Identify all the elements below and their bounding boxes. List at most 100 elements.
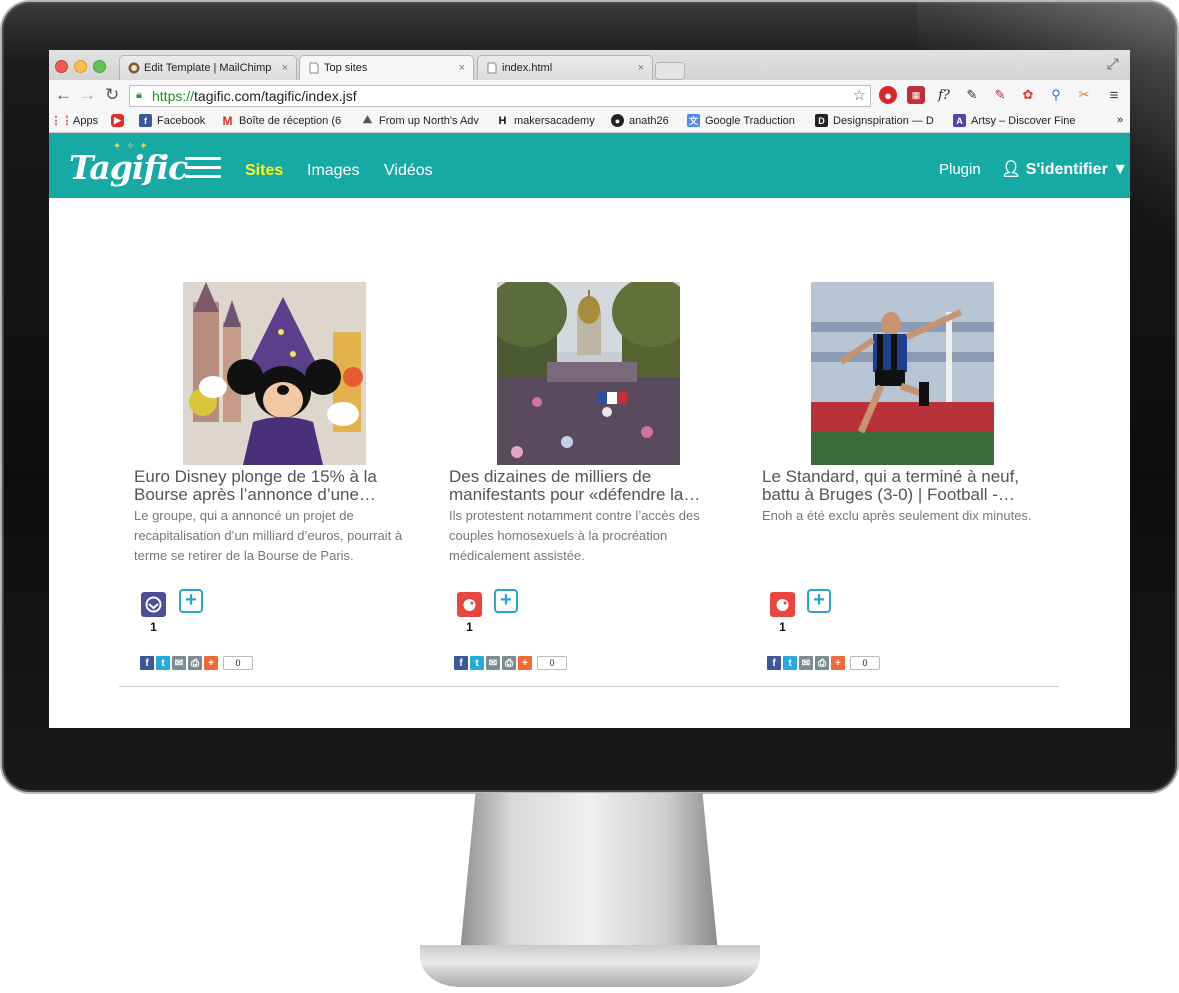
article-title[interactable]: Le Standard, qui a terminé à neuf, battu… — [762, 468, 1037, 504]
add-tag-button[interactable]: + — [807, 589, 831, 613]
bookmark-label: makersacademy — [514, 114, 595, 127]
back-icon[interactable]: ← — [55, 85, 72, 105]
new-tab-button[interactable] — [655, 62, 685, 80]
user-icon: 👤︎ — [1001, 161, 1022, 178]
bookmark-apps[interactable]: ⋮⋮ Apps — [50, 114, 99, 128]
url-scheme: https:// — [152, 88, 195, 104]
tab-close-icon[interactable]: × — [282, 62, 288, 74]
nav-videos[interactable]: Vidéos — [384, 162, 433, 180]
login-label: S'identifier ▼ — [1025, 161, 1129, 178]
gmail-icon: M — [222, 113, 233, 128]
bookmark-label: Artsy – Discover Fine — [971, 114, 1076, 127]
more-share-icon[interactable]: + — [204, 656, 218, 670]
bookmark-artsy[interactable]: A Artsy – Discover Fine — [953, 114, 1076, 127]
url-text: https://tagific.com/tagific/index.jsf — [152, 88, 357, 104]
share-bar: f t ✉ ⎙ + 0 — [454, 656, 567, 670]
article-description: Ils protestent notamment contre l’accès … — [449, 508, 700, 563]
article-thumbnail-disney[interactable] — [183, 282, 366, 465]
article-thumbnail-football[interactable] — [811, 282, 994, 465]
twitter-share-icon[interactable]: t — [156, 656, 170, 670]
facebook-share-icon[interactable]: f — [767, 656, 781, 670]
maximize-window-button[interactable] — [93, 60, 106, 73]
close-window-button[interactable] — [55, 60, 68, 73]
email-share-icon[interactable]: ✉ — [172, 656, 186, 670]
color-picker-icon[interactable]: ✎ — [991, 86, 1009, 104]
bookmark-anath26[interactable]: ● anath26 — [611, 114, 669, 127]
tab-top-sites[interactable]: Top sites × — [299, 55, 474, 80]
font-icon[interactable]: f? — [935, 86, 953, 104]
site-logo[interactable]: Tagific — [69, 148, 188, 187]
source-icon[interactable] — [770, 592, 795, 617]
overflow-label: » — [1117, 114, 1124, 126]
print-share-icon[interactable]: ⎙ — [502, 656, 516, 670]
tab-close-icon[interactable]: × — [459, 62, 465, 74]
bookmark-designspiration[interactable]: D Designspiration — D — [815, 114, 934, 127]
tab-close-icon[interactable]: × — [638, 62, 644, 74]
selector-icon[interactable]: ⚲ — [1047, 86, 1065, 104]
forward-icon[interactable]: → — [79, 85, 96, 105]
twitter-share-icon[interactable]: t — [783, 656, 797, 670]
print-share-icon[interactable]: ⎙ — [815, 656, 829, 670]
bookmark-label: Facebook — [157, 114, 206, 127]
twitter-share-icon[interactable]: t — [470, 656, 484, 670]
color-wheel-icon[interactable]: ✿ — [1019, 86, 1037, 104]
makers-icon: H — [498, 114, 507, 127]
bookmark-facebook[interactable]: f Facebook — [139, 114, 205, 127]
email-share-icon[interactable]: ✉ — [486, 656, 500, 670]
tag-count: 1 — [466, 620, 473, 634]
bookmark-label: Boîte de réception (6 — [239, 114, 342, 127]
article-title[interactable]: Des dizaines de milliers de manifestants… — [449, 468, 724, 504]
nav-sites[interactable]: Sites — [245, 162, 283, 180]
page-icon — [487, 62, 497, 74]
bookmark-youtube[interactable]: ▶ — [111, 114, 129, 127]
tab-index-html[interactable]: index.html × — [477, 55, 653, 80]
article-description: Le groupe, qui a annoncé un projet de re… — [134, 508, 403, 563]
more-share-icon[interactable]: + — [518, 656, 532, 670]
extension-red-icon[interactable]: ▦ — [907, 86, 925, 104]
tag-count: 1 — [779, 620, 786, 634]
print-share-icon[interactable]: ⎙ — [188, 656, 202, 670]
add-tag-button[interactable]: + — [179, 589, 203, 613]
page-icon — [309, 62, 319, 74]
share-count: 0 — [537, 656, 567, 670]
nav-images[interactable]: Images — [307, 162, 359, 180]
source-icon[interactable] — [457, 592, 482, 617]
more-share-icon[interactable]: + — [831, 656, 845, 670]
menu-icon[interactable]: ≡ — [1105, 86, 1123, 104]
email-share-icon[interactable]: ✉ — [799, 656, 813, 670]
fullscreen-icon[interactable] — [1107, 58, 1119, 70]
bookmark-google-traduction[interactable]: 文 Google Traduction — [687, 114, 795, 127]
mailchimp-icon — [128, 62, 140, 74]
facebook-share-icon[interactable]: f — [140, 656, 154, 670]
url-path: tagific.com/tagific/index.jsf — [194, 88, 357, 104]
article-thumbnail-protest[interactable] — [497, 282, 680, 465]
facebook-icon: f — [139, 114, 152, 127]
tab-label: Top sites — [324, 62, 368, 74]
eyedropper-icon[interactable]: ✎ — [963, 86, 981, 104]
designspiration-icon: D — [815, 114, 828, 127]
minimize-window-button[interactable] — [74, 60, 87, 73]
share-count: 0 — [850, 656, 880, 670]
adblock-icon[interactable]: ● — [879, 86, 897, 104]
article-title[interactable]: Euro Disney plonge de 15% à la Bourse ap… — [134, 468, 409, 504]
content-divider — [119, 686, 1059, 687]
scissors-icon[interactable]: ✂ — [1075, 86, 1093, 104]
bookmark-makersacademy[interactable]: Hmakersacademy — [496, 114, 595, 127]
facebook-share-icon[interactable]: f — [454, 656, 468, 670]
share-bar: f t ✉ ⎙ + 0 — [767, 656, 880, 670]
bookmark-gmail[interactable]: M Boîte de réception (6 — [221, 113, 342, 128]
reload-icon[interactable]: ↻ — [105, 85, 119, 105]
source-icon[interactable] — [141, 592, 166, 617]
bookmark-from-up-north[interactable]: ⛰ From up North's Adv — [361, 114, 479, 127]
plugin-link[interactable]: Plugin — [939, 161, 981, 178]
tab-mailchimp[interactable]: Edit Template | MailChimp × — [119, 55, 297, 80]
tab-label: index.html — [502, 62, 553, 74]
bookmark-star-icon[interactable]: ☆ — [853, 86, 866, 104]
hamburger-menu-icon[interactable] — [185, 157, 221, 179]
address-bar[interactable]: 🔒︎ https://tagific.com/tagific/index.jsf… — [129, 85, 871, 107]
bookmarks-overflow-button[interactable]: » — [1117, 114, 1123, 126]
login-button[interactable]: 👤︎ S'identifier ▼ — [1001, 159, 1128, 179]
apps-grid-icon: ⋮⋮ — [50, 115, 73, 127]
article-description: Enoh a été exclu après seulement dix min… — [762, 508, 1032, 523]
add-tag-button[interactable]: + — [494, 589, 518, 613]
